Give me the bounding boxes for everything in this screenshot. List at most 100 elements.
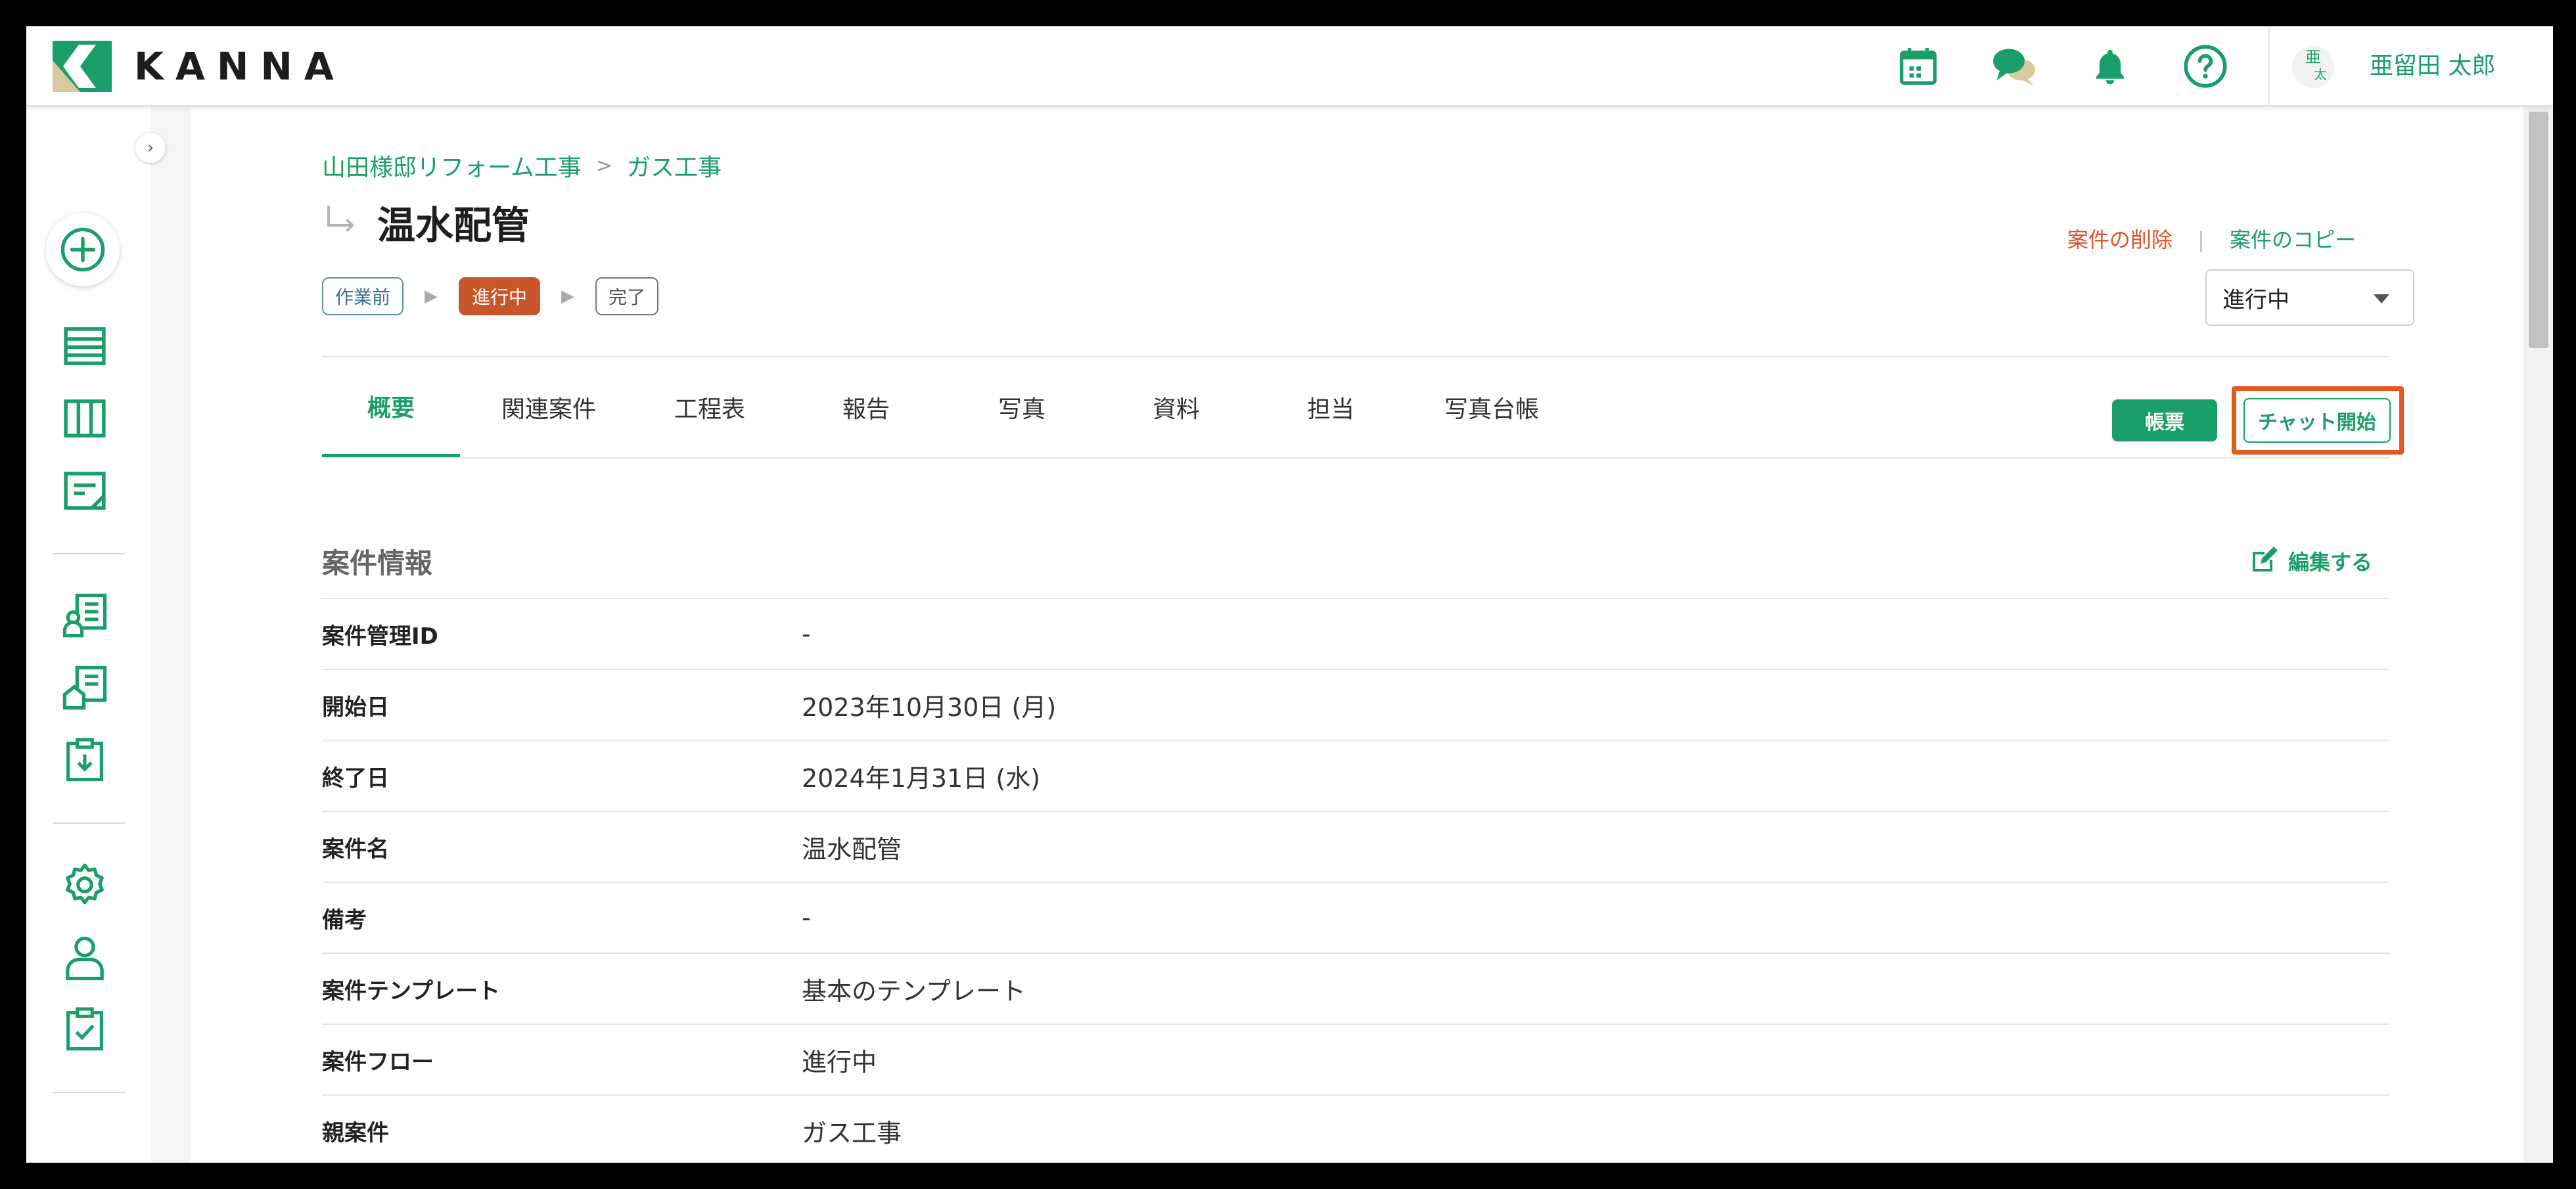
table-row: 案件管理ID - [322,598,2389,669]
status-dropdown[interactable]: 進行中 [2205,269,2414,326]
sidebar-item-project-list[interactable] [62,323,108,369]
property-icon [62,665,107,710]
step-arrow-icon: ▶ [561,286,575,306]
sidebar-item-clients[interactable] [62,593,108,639]
title-row: 温水配管 [322,194,530,250]
project-actions: 案件の削除 | 案件のコピー [2067,223,2356,254]
row-value: 2023年10月30日 (月) [802,692,1057,722]
row-value: 進行中 [802,1047,877,1077]
row-label: 案件テンプレート [322,977,500,1004]
step-before-work[interactable]: 作業前 [322,277,404,315]
row-label: 親案件 [322,1119,389,1146]
scrollbar-thumb[interactable] [2529,112,2548,348]
status-dropdown-value: 進行中 [2222,286,2289,313]
sidebar-divider [53,553,125,554]
breadcrumb-parent-project[interactable]: 山田様邸リフォーム工事 [322,148,582,183]
chevron-right-icon: › [147,138,154,158]
tab-photo-ledger[interactable]: 写真台帳 [1400,357,1584,457]
avatar-initial-bottom: 太 [2314,66,2327,82]
sidebar-item-checklist[interactable] [62,1006,108,1052]
table-row: 案件名 温水配管 [322,811,2389,882]
document-icon [64,472,106,510]
status-steps: 作業前 ▶ 進行中 ▶ 完了 [322,277,659,315]
avatar-initial-top: 亜 [2305,48,2321,66]
edit-button[interactable]: 編集する [2247,545,2372,577]
step-in-progress[interactable]: 進行中 [459,277,541,315]
tab-reports[interactable]: 報告 [794,357,938,457]
sidebar-item-reports[interactable] [62,737,108,783]
breadcrumb-separator: > [595,154,613,177]
breadcrumb: 山田様邸リフォーム工事 > ガス工事 [322,148,722,183]
section-title: 案件情報 [322,547,433,579]
kanna-logo-icon [53,41,112,92]
sidebar-collapse-button[interactable]: › [135,133,166,163]
sidebar-item-settings[interactable] [62,862,108,908]
app-window: KANNA 亜 太 亜留田 太郎 › 山田様邸リフォーム工事 > ガス工事 温水… [26,26,2553,1163]
row-value: - [802,903,811,932]
row-label: 終了日 [322,765,389,792]
row-label: 案件名 [322,836,389,863]
sidebar-item-properties[interactable] [62,665,108,711]
table-row: 案件テンプレート 基本のテンプレート [322,953,2389,1023]
tab-overview[interactable]: 概要 [322,357,460,457]
add-project-button[interactable] [46,213,120,286]
chat-button[interactable] [1991,43,2037,89]
checklist-icon [66,1007,103,1051]
breadcrumb-current-project[interactable]: ガス工事 [627,148,722,183]
ledger-button[interactable]: 帳票 [2112,399,2217,441]
row-label: 備考 [322,907,367,933]
row-value: ガス工事 [802,1118,902,1148]
row-value: 温水配管 [802,834,902,864]
start-chat-button[interactable]: チャット開始 [2243,398,2391,443]
logo[interactable]: KANNA [53,41,346,92]
client-icon [62,593,107,638]
bell-icon [2096,50,2125,85]
row-label: 案件フロー [322,1048,434,1075]
delete-project-link[interactable]: 案件の削除 [2067,227,2173,252]
tab-related-projects[interactable]: 関連案件 [467,357,631,457]
board-icon [64,399,106,437]
settings-icon [66,863,104,905]
sidebar-divider [53,822,125,824]
list-icon [64,327,106,365]
sidebar-item-document[interactable] [62,468,108,514]
add-icon [60,227,105,272]
user-icon [66,936,104,981]
calendar-button[interactable] [1895,43,1941,89]
row-value: - [802,619,811,648]
help-icon [2184,45,2227,88]
table-row: 案件フロー 進行中 [322,1023,2389,1094]
help-button[interactable] [2182,43,2228,89]
tab-photos[interactable]: 写真 [950,357,1094,457]
table-row: 開始日 2023年10月30日 (月) [322,669,2389,740]
report-download-icon [66,738,103,782]
step-complete[interactable]: 完了 [595,277,659,315]
tab-assignees[interactable]: 担当 [1258,357,1403,457]
sidebar-item-users[interactable] [62,935,108,981]
avatar[interactable]: 亜 太 [2292,46,2334,88]
logo-text: KANNA [134,44,346,89]
edit-icon [2253,547,2278,572]
caret-down-icon [2374,294,2389,303]
project-info-table: 案件管理ID - 開始日 2023年10月30日 (月) 終了日 2024年1月… [322,598,2389,1163]
sidebar-gutter [151,106,191,1163]
actions-separator: | [2197,227,2205,252]
tab-schedule[interactable]: 工程表 [637,357,782,457]
row-value: 2024年1月31日 (水) [802,763,1040,793]
row-value: 基本のテンプレート [802,976,1026,1006]
notification-button[interactable] [2087,43,2133,89]
edit-button-label: 編集する [2288,550,2373,575]
sub-project-arrow-icon [327,206,355,233]
table-row: 終了日 2024年1月31日 (水) [322,740,2389,811]
table-row: 親案件 ガス工事 [322,1094,2389,1163]
copy-project-link[interactable]: 案件のコピー [2230,227,2356,252]
user-name[interactable]: 亜留田 太郎 [2370,50,2495,83]
tab-bar: 概要 関連案件 工程表 報告 写真 資料 担当 写真台帳 [322,356,2389,459]
tab-materials[interactable]: 資料 [1104,357,1249,457]
top-header: KANNA 亜 太 亜留田 太郎 [26,26,2553,106]
page-title: 温水配管 [377,203,530,248]
sidebar-item-board[interactable] [62,395,108,441]
step-arrow-icon: ▶ [425,286,438,306]
sidebar-divider [53,1092,125,1093]
sidebar [26,106,151,1163]
